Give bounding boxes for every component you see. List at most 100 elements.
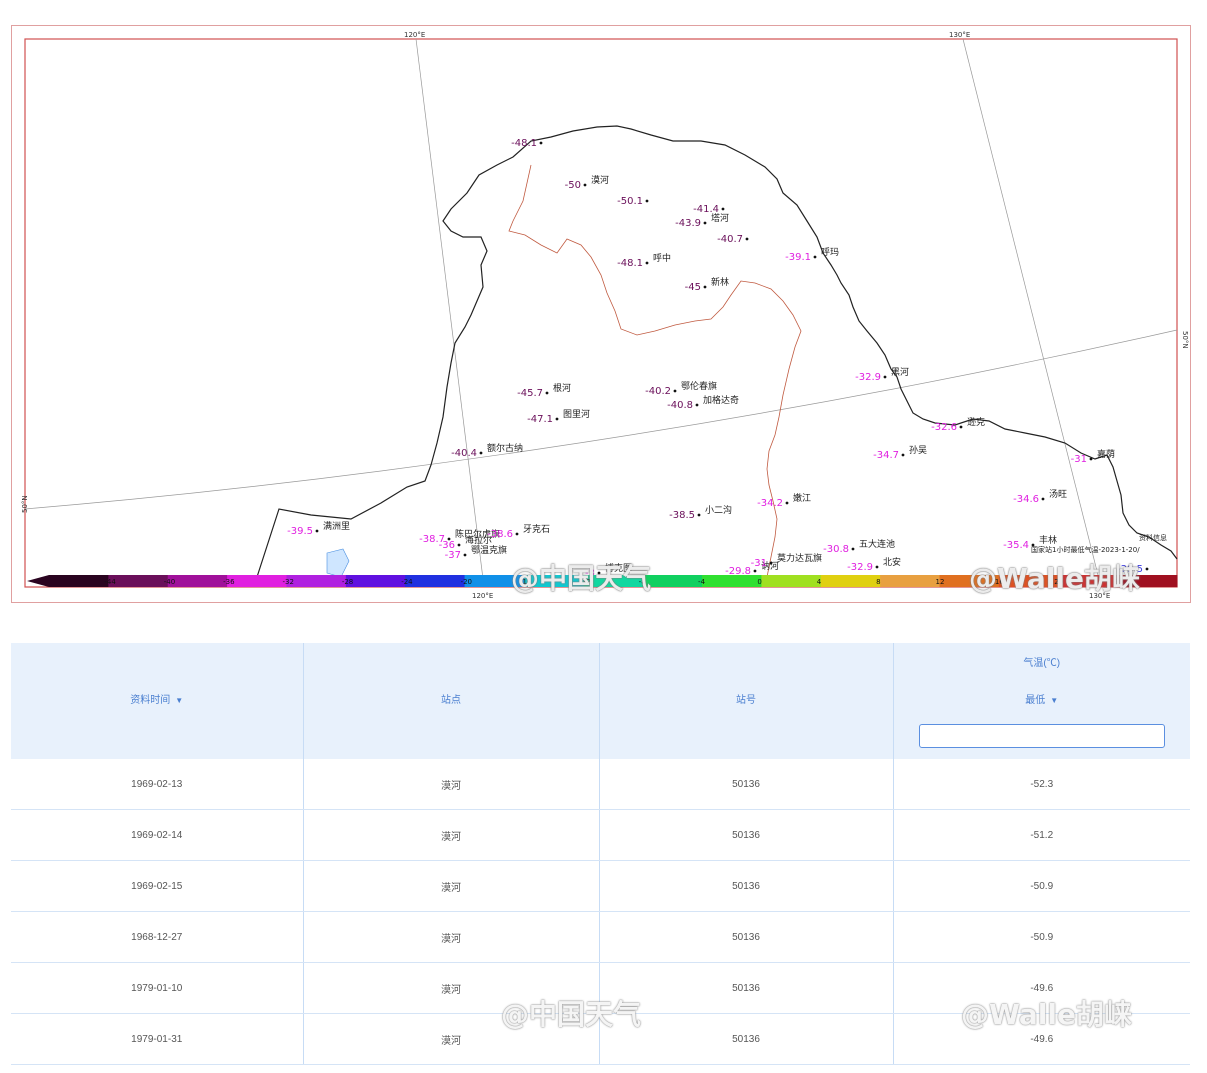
- legend-swatch: [227, 575, 287, 587]
- station-dot: [545, 391, 549, 395]
- legend-swatch: [642, 575, 703, 587]
- legend-swatch: [167, 575, 228, 587]
- station-dot: [463, 553, 467, 557]
- filter-input[interactable]: [918, 724, 1165, 748]
- station-name: 博克图: [605, 562, 632, 574]
- graticule-label: 50°N: [1181, 331, 1189, 349]
- station-value: -32.9: [847, 562, 873, 573]
- station-value: -40.2: [645, 386, 671, 397]
- sort-down-icon[interactable]: ▼: [175, 696, 183, 705]
- station-name: 小二沟: [705, 504, 732, 516]
- legend-tick: -36: [223, 578, 235, 586]
- graticule-label: 120°E: [404, 31, 425, 39]
- cell-station: 漠河: [303, 911, 600, 963]
- station-dot: [315, 529, 319, 533]
- legend-tick: -12: [579, 578, 590, 586]
- station-value: -45: [685, 282, 701, 293]
- legend-swatch: [108, 575, 169, 587]
- column-header-label: 资料时间: [130, 695, 171, 706]
- table-row[interactable]: 1968-12-27 漠河 50136 -50.9: [11, 911, 1190, 963]
- legend-swatch: [939, 575, 1000, 587]
- table-row[interactable]: 1979-01-10 漠河 50136 -49.6: [11, 962, 1190, 1014]
- legend-swatch: [523, 575, 584, 587]
- table-row[interactable]: 1979-01-31 漠河 50136 -49.6: [11, 1013, 1190, 1065]
- cell-station-id: 50136: [599, 759, 894, 810]
- station-name: 鄂伦春旗: [681, 380, 717, 392]
- station-dot: [695, 403, 699, 407]
- cell-station: 漠河: [303, 809, 600, 861]
- station-name: 根河: [553, 382, 571, 394]
- legend-tick: -16: [520, 578, 532, 586]
- station-value: -43.9: [675, 218, 701, 229]
- cell-time: 1969-02-15: [11, 860, 304, 912]
- legend-swatch: [880, 575, 941, 587]
- cell-min-temp: -49.6: [893, 1013, 1190, 1065]
- station-name: 满洲里: [323, 521, 350, 532]
- station-name: 海拉尔: [465, 534, 492, 546]
- table-row[interactable]: 1969-02-14 漠河 50136 -51.2: [11, 809, 1190, 861]
- station-name: 加格达奇: [703, 394, 739, 406]
- station-value: -48.1: [617, 258, 643, 269]
- station-value: -34.7: [873, 450, 899, 461]
- group-header: 气温(℃): [893, 643, 1190, 679]
- station-value: -39.1: [785, 252, 811, 263]
- legend-tick: 16: [995, 578, 1004, 586]
- station-name: 新林: [711, 276, 729, 288]
- legend-swatch: [405, 575, 466, 587]
- graticule-label: 50°N: [21, 495, 29, 513]
- station-value: -37: [445, 550, 461, 561]
- legend-tick: -8: [639, 578, 646, 586]
- station-value: -45.7: [517, 388, 543, 399]
- legend-tick: -28: [342, 578, 353, 586]
- column-header-station: 站点: [303, 679, 600, 759]
- station-dot: [959, 425, 963, 429]
- cell-time: 1969-02-13: [11, 759, 304, 810]
- station-value: -30.8: [823, 544, 849, 555]
- station-dot: [673, 389, 677, 393]
- station-value: -40.4: [451, 448, 477, 459]
- station-name: 图里河: [563, 408, 590, 420]
- station-dot: [883, 375, 887, 379]
- column-header-min[interactable]: 最低 ▼: [893, 679, 1190, 759]
- legend-tick: 8: [876, 578, 880, 586]
- legend-tick: 0: [757, 578, 761, 586]
- station-value: -29.5: [1117, 564, 1143, 575]
- station-name: 五大连池: [859, 538, 895, 550]
- station-dot: [875, 565, 879, 569]
- station-value: -38.5: [669, 510, 695, 521]
- station-dot: [597, 571, 601, 575]
- cell-station-id: 50136: [599, 809, 894, 861]
- cell-time: 1969-02-14: [11, 809, 304, 861]
- station-value: -34.2: [757, 498, 783, 509]
- table-row[interactable]: 1969-02-13 漠河 50136 -52.3: [11, 759, 1190, 810]
- legend-swatch: [345, 575, 406, 587]
- station-value: -40.8: [667, 400, 693, 411]
- station-name: 北安: [883, 556, 901, 568]
- column-header-label: 最低: [1025, 695, 1046, 706]
- legend-tick: -32: [282, 578, 293, 586]
- station-dot: [721, 207, 725, 211]
- cell-time: 1968-12-27: [11, 911, 304, 963]
- station-value: -39.5: [287, 526, 313, 537]
- station-value: -31: [1071, 454, 1087, 465]
- station-name: 鄂温克旗: [471, 544, 507, 556]
- station-name: 丰林: [1039, 534, 1057, 546]
- sort-down-icon[interactable]: ▼: [1050, 696, 1058, 705]
- station-dot: [851, 547, 855, 551]
- station-dot: [697, 513, 701, 517]
- map-canvas: 120°E 130°E 120°E 130°E 50°N 50°N -48.1 -…: [11, 25, 1191, 603]
- station-dot: [645, 261, 649, 265]
- column-header-time[interactable]: 资料时间 ▼: [11, 679, 304, 759]
- graticule-label: 130°E: [1089, 592, 1110, 600]
- header-spacer: [599, 643, 894, 679]
- station-name: 塔河: [711, 212, 729, 224]
- station-name: 牙克石: [523, 524, 550, 535]
- table-row[interactable]: 1969-02-15 漠河 50136 -50.9: [11, 860, 1190, 912]
- station-dot: [515, 532, 519, 536]
- station-value: -34.6: [1013, 494, 1039, 505]
- legend-swatch: [49, 575, 109, 587]
- station-dot: [1089, 457, 1093, 461]
- column-header-label: 站点: [441, 695, 461, 706]
- graticule-label: 120°E: [472, 592, 493, 600]
- cell-min-temp: -50.9: [893, 860, 1190, 912]
